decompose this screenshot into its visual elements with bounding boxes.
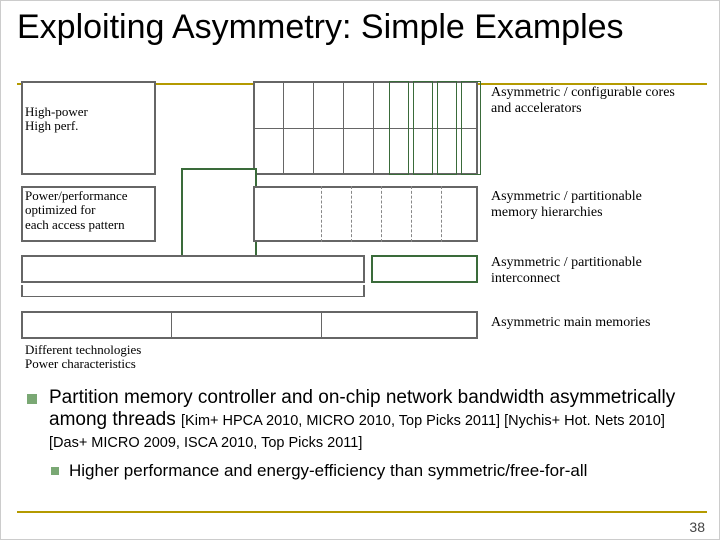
dash-line — [441, 186, 442, 242]
page-number: 38 — [689, 519, 705, 535]
bullet-item-2: Higher performance and energy-efficiency… — [51, 461, 701, 481]
bullet-list: Partition memory controller and on-chip … — [27, 387, 701, 481]
grid-vline — [283, 81, 284, 175]
label-main-mem: Asymmetric main memories — [491, 315, 701, 331]
architecture-diagram: High-power High perf. Asymmetric / confi… — [21, 81, 701, 381]
bullet-square-icon — [27, 394, 37, 404]
interconnect-under — [21, 285, 365, 297]
dash-line — [351, 186, 352, 242]
bullet-item-1: Partition memory controller and on-chip … — [27, 387, 701, 453]
label-interconnect: Asymmetric / partitionable interconnect — [491, 255, 691, 287]
accel-box — [413, 81, 433, 175]
mem-vline — [321, 311, 322, 339]
label-mem-hier: Asymmetric / partitionable memory hierar… — [491, 189, 691, 221]
grid-vline — [313, 81, 314, 175]
footer-divider — [17, 511, 707, 513]
mem-hier-box-right — [253, 186, 478, 242]
slide: Exploiting Asymmetry: Simple Examples Hi… — [0, 0, 720, 540]
label-cores: Asymmetric / configurable cores and acce… — [491, 85, 691, 117]
label-main-mem-left: Different technologies Power characteris… — [25, 343, 225, 372]
dash-line — [411, 186, 412, 242]
bullet-2-text: Higher performance and energy-efficiency… — [69, 461, 587, 481]
interconnect-box-right — [371, 255, 478, 283]
mem-vline — [171, 311, 172, 339]
grid-vline — [373, 81, 374, 175]
label-mem-hier-left: Power/performance optimized for each acc… — [25, 189, 160, 232]
interconnect-box-left — [21, 255, 365, 283]
bullet-1-content: Partition memory controller and on-chip … — [49, 387, 701, 453]
accel-box — [437, 81, 457, 175]
main-memory-box — [21, 311, 478, 339]
dash-line — [321, 186, 322, 242]
grid-vline — [343, 81, 344, 175]
slide-title: Exploiting Asymmetry: Simple Examples — [1, 1, 719, 46]
accel-box — [389, 81, 409, 175]
accel-box — [461, 81, 481, 175]
label-highpower: High-power High perf. — [25, 105, 155, 134]
bullet-square-icon — [51, 467, 59, 475]
dash-line — [381, 186, 382, 242]
